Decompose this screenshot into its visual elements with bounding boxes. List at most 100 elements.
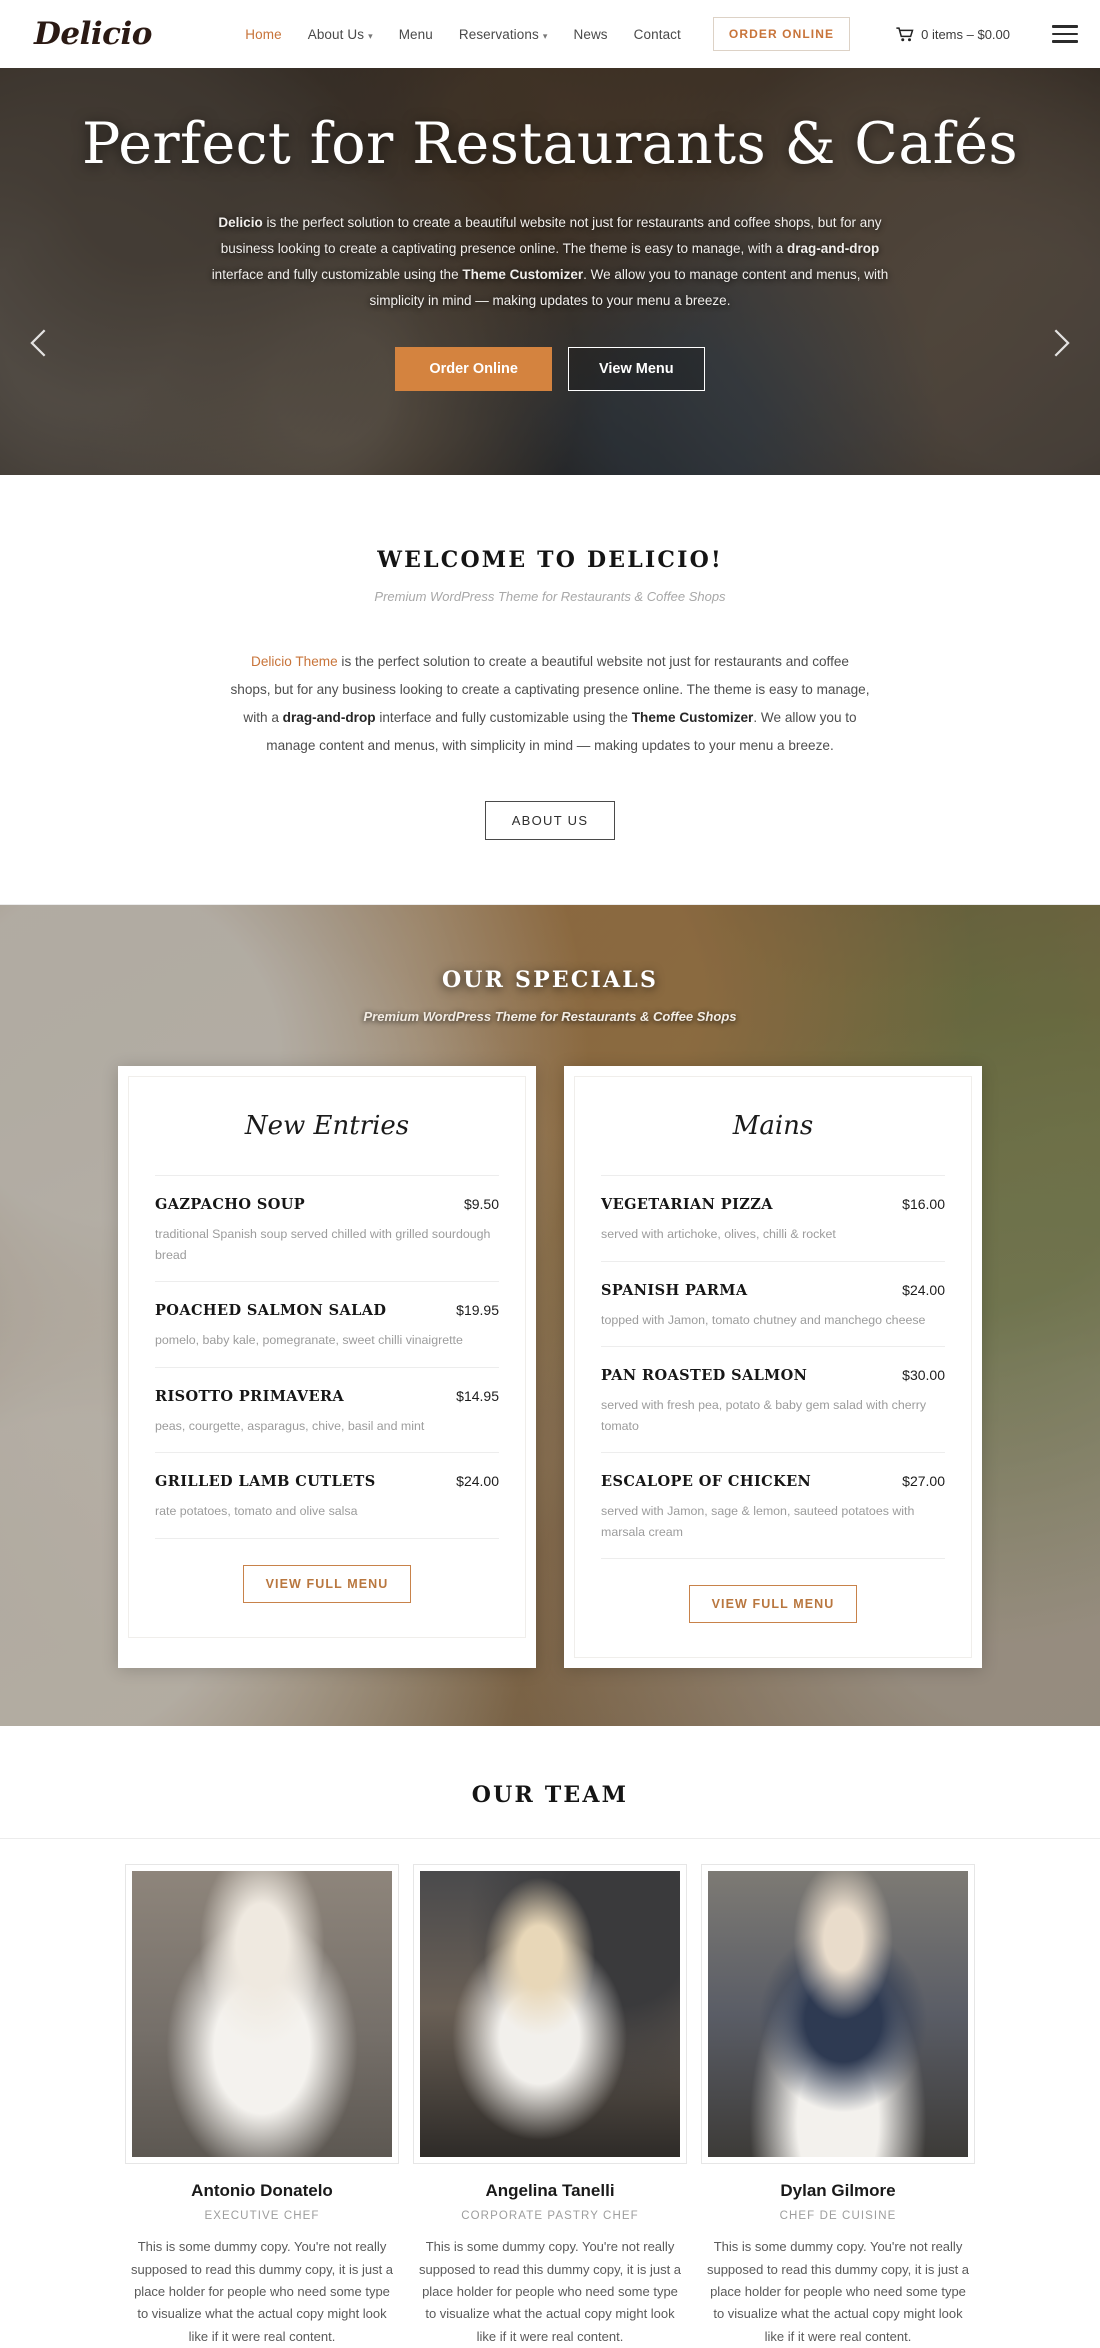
hero-desc-part4: interface and fully customizable using t…: [211, 267, 463, 283]
menu-item[interactable]: POACHED SALMON SALAD $19.95 pomelo, baby…: [155, 1281, 499, 1366]
welcome-body-part4: interface and fully customizable using t…: [375, 709, 632, 725]
welcome-accent-text: Delicio Theme: [251, 654, 338, 669]
site-header: Delicio Home About Us ▾ Menu Reservations…: [0, 0, 1100, 68]
team-member-name: Angelina Tanelli: [485, 2181, 615, 2201]
view-full-menu-button[interactable]: VIEW FULL MENU: [242, 1564, 412, 1603]
menu-item[interactable]: GRILLED LAMB CUTLETS $24.00 rate potatoe…: [155, 1452, 499, 1537]
shopping-cart-icon: [896, 26, 914, 41]
hero-desc-strong1: drag-and-drop: [787, 240, 880, 256]
menu-card-new-entries: New Entries GAZPACHO SOUP $9.50 traditio…: [118, 1066, 536, 1669]
nav-label-about-us: About Us: [307, 26, 365, 42]
menu-item-description: topped with Jamon, tomato chutney and ma…: [601, 1312, 926, 1327]
menu-item-name: GAZPACHO SOUP: [155, 1196, 306, 1214]
welcome-strong1: drag-and-drop: [282, 709, 376, 725]
team-member-bio: This is some dummy copy. You're not real…: [418, 2239, 682, 2344]
cart-summary[interactable]: 0 items – $0.00: [896, 27, 1010, 42]
team-member: Dylan Gilmore CHEF DE CUISINE This is so…: [702, 1865, 974, 2348]
nav-label-contact: Contact: [633, 26, 681, 42]
menu-item[interactable]: PAN ROASTED SALMON $30.00 served with fr…: [601, 1346, 945, 1452]
menu-item-description: served with Jamon, sage & lemon, sauteed…: [601, 1504, 915, 1539]
menu-item-name: ESCALOPE OF CHICKEN: [601, 1473, 812, 1491]
menu-item-price: $27.00: [902, 1473, 945, 1490]
hero-view-menu-button[interactable]: View Menu: [567, 346, 705, 391]
nav-label-reservations: Reservations: [458, 26, 539, 42]
menu-item[interactable]: RISOTTO PRIMAVERA $14.95 peas, courgette…: [155, 1366, 499, 1452]
menu-item-name: POACHED SALMON SALAD: [155, 1302, 387, 1320]
welcome-paragraph: Delicio Theme is the perfect solution to…: [230, 648, 870, 759]
nav-label-home: Home: [245, 26, 282, 42]
specials-header: OUR SPECIALS Premium WordPress Theme for…: [0, 967, 1100, 1024]
team-member: Antonio Donatelo EXECUTIVE CHEF This is …: [126, 1865, 398, 2348]
menu-item-name: RISOTTO PRIMAVERA: [155, 1387, 345, 1405]
nav-item-reservations[interactable]: Reservations ▾: [459, 27, 548, 42]
specials-section: OUR SPECIALS Premium WordPress Theme for…: [0, 905, 1100, 1727]
menu-item-name: GRILLED LAMB CUTLETS: [155, 1473, 376, 1491]
menu-item-price: $24.00: [902, 1281, 945, 1298]
menu-card-mains: Mains VEGETARIAN PIZZA $16.00 served wit…: [564, 1066, 982, 1669]
burger-bar: [1052, 40, 1078, 43]
hero-desc-brand: Delicio: [218, 214, 263, 230]
main-navigation: Home About Us ▾ Menu Reservations ▾ News C…: [245, 17, 1078, 51]
menu-item-description: rate potatoes, tomato and olive salsa: [155, 1504, 358, 1519]
team-member-name: Dylan Gilmore: [780, 2181, 896, 2201]
menu-item[interactable]: ESCALOPE OF CHICKEN $27.00 served with J…: [601, 1452, 945, 1558]
menu-item[interactable]: GAZPACHO SOUP $9.50 traditional Spanish …: [155, 1175, 499, 1281]
hamburger-menu-icon[interactable]: [1052, 25, 1078, 43]
chevron-down-icon: ▾: [368, 30, 373, 41]
team-section: OUR TEAM Antonio Donatelo EXECUTIVE CHEF…: [0, 1726, 1100, 2348]
team-member-name: Antonio Donatelo: [191, 2181, 333, 2201]
team-member-role: CHEF DE CUISINE: [779, 2210, 897, 2223]
chevron-down-icon: ▾: [542, 30, 548, 41]
menu-item-price: $9.50: [463, 1196, 499, 1213]
nav-label-menu: Menu: [398, 26, 433, 42]
team-member-role: CORPORATE PASTRY CHEF: [461, 2210, 639, 2223]
hero-order-online-button[interactable]: Order Online: [395, 346, 552, 391]
burger-bar: [1052, 32, 1078, 36]
menu-item-price: $14.95: [456, 1387, 499, 1404]
menu-cards: New Entries GAZPACHO SOUP $9.50 traditio…: [0, 1066, 1100, 1669]
menu-item-description: traditional Spanish soup served chilled …: [155, 1227, 491, 1262]
specials-subtitle: Premium WordPress Theme for Restaurants …: [363, 1009, 737, 1025]
welcome-section: WELCOME TO DELICIO! Premium WordPress Th…: [0, 475, 1100, 906]
team-member-bio: This is some dummy copy. You're not real…: [706, 2239, 970, 2344]
menu-item-price: $30.00: [902, 1367, 945, 1384]
team-header: OUR TEAM: [0, 1782, 1100, 1840]
team-grid: Antonio Donatelo EXECUTIVE CHEF This is …: [0, 1839, 1100, 2348]
hero-title: Perfect for Restaurants & Cafés: [82, 111, 1018, 177]
menu-item-description: served with fresh pea, potato & baby gem…: [601, 1398, 927, 1433]
nav-item-home[interactable]: Home: [245, 27, 281, 42]
team-member-photo: [126, 1865, 398, 2164]
menu-item-description: pomelo, baby kale, pomegranate, sweet ch…: [155, 1333, 463, 1348]
specials-title: OUR SPECIALS: [441, 967, 659, 994]
view-full-menu-button[interactable]: VIEW FULL MENU: [688, 1585, 858, 1624]
about-us-button[interactable]: ABOUT US: [484, 801, 616, 841]
menu-item-price: $19.95: [456, 1302, 499, 1319]
menu-item-name: SPANISH PARMA: [601, 1281, 748, 1299]
hero-slider: Perfect for Restaurants & Cafés Delicio …: [0, 68, 1100, 475]
menu-card-title: New Entries: [244, 1111, 410, 1142]
team-member: Angelina Tanelli CORPORATE PASTRY CHEF T…: [414, 1865, 686, 2348]
nav-item-about-us[interactable]: About Us ▾: [308, 27, 373, 42]
nav-item-menu[interactable]: Menu: [399, 27, 433, 42]
chevron-right-icon[interactable]: [1044, 326, 1078, 360]
hero-content: Perfect for Restaurants & Cafés Delicio …: [0, 68, 1100, 391]
order-online-button[interactable]: ORDER ONLINE: [712, 17, 851, 51]
welcome-subtitle: Premium WordPress Theme for Restaurants …: [374, 589, 726, 604]
nav-item-contact[interactable]: Contact: [634, 27, 681, 42]
team-member-photo: [414, 1865, 686, 2164]
menu-item-name: PAN ROASTED SALMON: [601, 1367, 808, 1385]
nav-label-news: News: [573, 26, 608, 42]
menu-item-description: served with artichoke, olives, chilli & …: [601, 1227, 836, 1242]
team-member-bio: This is some dummy copy. You're not real…: [130, 2239, 394, 2344]
menu-item[interactable]: SPANISH PARMA $24.00 topped with Jamon, …: [601, 1260, 945, 1346]
menu-item[interactable]: VEGETARIAN PIZZA $16.00 served with arti…: [601, 1175, 945, 1260]
team-member-photo: [702, 1865, 974, 2164]
menu-item-price: $16.00: [902, 1196, 945, 1213]
nav-item-news[interactable]: News: [573, 27, 607, 42]
cart-total-text: 0 items – $0.00: [921, 26, 1010, 42]
hero-buttons: Order Online View Menu: [0, 346, 1100, 391]
hero-desc-part2: is the perfect solution to create a beau…: [220, 214, 882, 256]
site-logo[interactable]: Delicio: [34, 16, 153, 52]
chevron-left-icon[interactable]: [22, 326, 56, 360]
burger-bar: [1052, 25, 1078, 28]
